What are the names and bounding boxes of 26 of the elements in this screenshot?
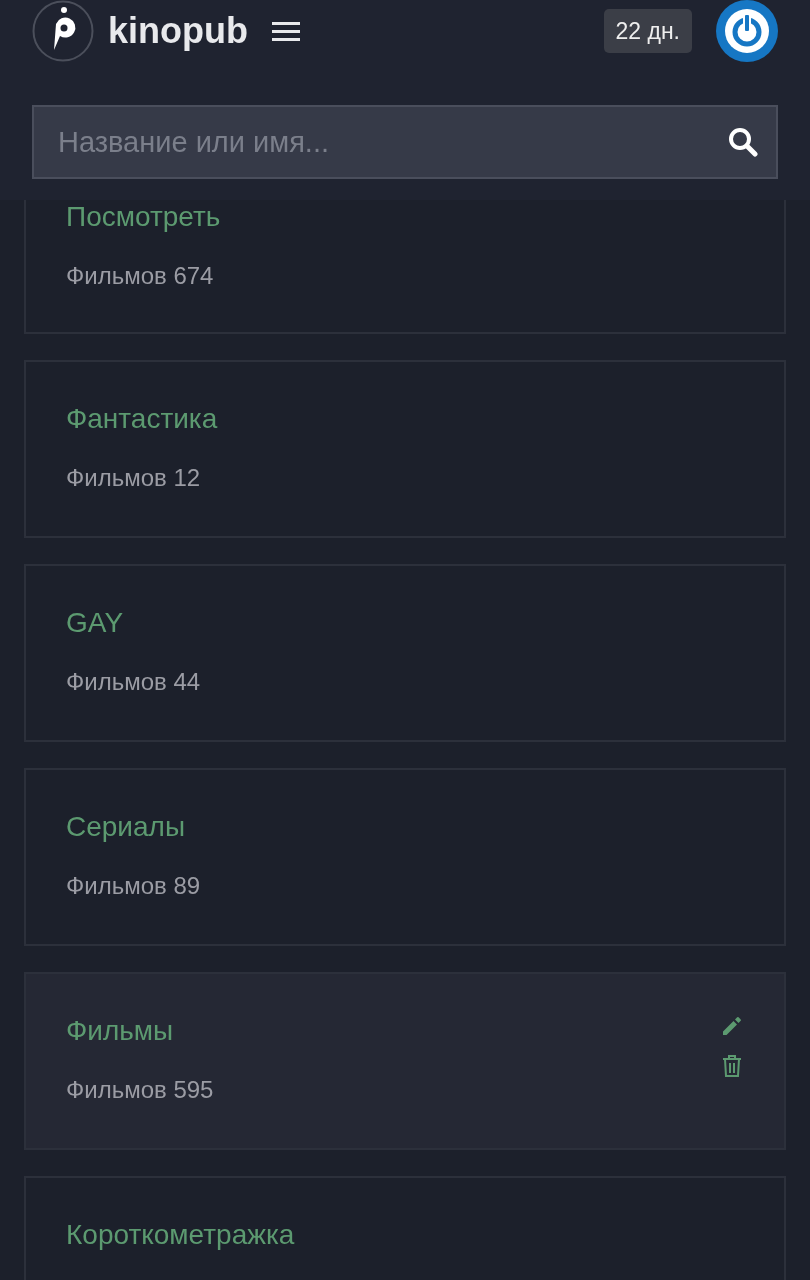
collection-title[interactable]: GAY — [66, 606, 744, 640]
collection-title[interactable]: Фильмы — [66, 1014, 720, 1048]
menu-icon[interactable] — [272, 21, 300, 41]
search-field[interactable]: Название или имя... — [32, 105, 778, 179]
search-icon[interactable] — [728, 127, 758, 157]
trash-icon[interactable] — [722, 1054, 742, 1078]
collection-title[interactable]: Сериалы — [66, 810, 744, 844]
collection-card[interactable]: Посмотреть Фильмов 674 — [24, 200, 786, 334]
collection-title[interactable]: Короткометражка — [66, 1218, 744, 1252]
logo-text[interactable]: kinopub — [108, 4, 248, 58]
collection-card[interactable]: Фильмы Фильмов 595 — [24, 972, 786, 1150]
logo-icon[interactable] — [32, 0, 94, 62]
collection-title[interactable]: Фантастика — [66, 402, 744, 436]
collection-card[interactable]: Короткометражка — [24, 1176, 786, 1280]
film-count: Фильмов 595 — [66, 1075, 215, 1105]
collection-title[interactable]: Посмотреть — [66, 200, 744, 234]
subscription-days-badge: 22 дн. — [603, 8, 692, 54]
film-count: Фильмов 12 — [66, 463, 202, 493]
collection-card[interactable]: Фантастика Фильмов 12 — [24, 360, 786, 538]
edit-icon[interactable] — [720, 1014, 744, 1038]
film-count: Фильмов 44 — [66, 667, 202, 697]
film-count: Фильмов 89 — [66, 871, 202, 901]
collection-card[interactable]: GAY Фильмов 44 — [24, 564, 786, 742]
film-count: Фильмов 674 — [66, 261, 215, 291]
power-icon[interactable] — [716, 0, 778, 62]
collection-card[interactable]: Сериалы Фильмов 89 — [24, 768, 786, 946]
